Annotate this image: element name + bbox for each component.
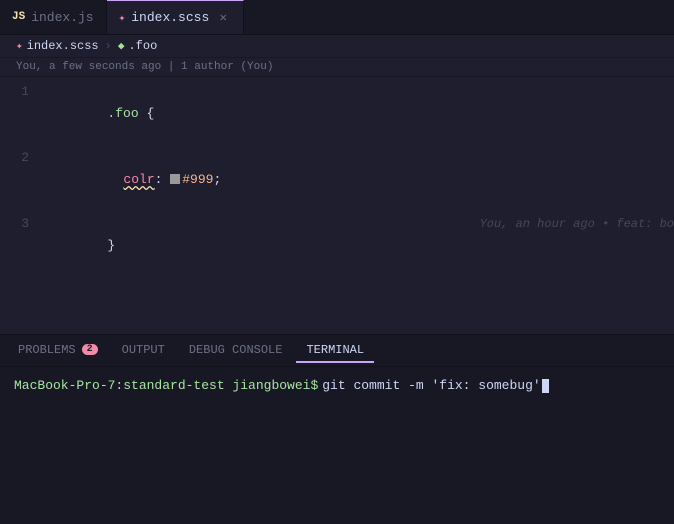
tab-problems-label: PROBLEMS <box>18 343 76 357</box>
editor-line-3: 3 } You, an hour ago • feat: bo <box>0 213 674 279</box>
breadcrumb-filename: index.scss <box>27 39 99 53</box>
line-number-2: 2 <box>0 147 45 169</box>
tab-debug-label: DEBUG CONSOLE <box>189 343 283 357</box>
editor-content: 1 .foo { 2 colr: #999; 3 } You, an hour … <box>0 77 674 283</box>
line-number-3: 3 <box>0 213 45 235</box>
tab-index-scss[interactable]: ✦ index.scss ✕ <box>107 0 245 34</box>
tab-js-label: index.js <box>31 10 93 25</box>
css-value: #999 <box>182 172 213 187</box>
tab-bar: JS index.js ✦ index.scss ✕ <box>0 0 674 35</box>
tab-output-label: OUTPUT <box>122 343 165 357</box>
editor-line-2: 2 colr: #999; <box>0 147 674 213</box>
editor[interactable]: 1 .foo { 2 colr: #999; 3 } You, an hour … <box>0 77 674 334</box>
panel-content: MacBook-Pro-7:standard-test jiangbowei$ … <box>0 367 674 524</box>
line-blame-3: You, an hour ago • feat: bo <box>460 213 674 235</box>
css-semicolon: ; <box>213 172 221 187</box>
js-file-icon: JS <box>12 11 25 23</box>
problems-badge: 2 <box>82 344 98 355</box>
open-brace: { <box>139 106 155 121</box>
css-selector: .foo <box>107 106 138 121</box>
blame-text: You, a few seconds ago | 1 author (You) <box>16 61 273 73</box>
css-property: colr <box>123 172 154 187</box>
line-content-3: } <box>45 213 460 279</box>
breadcrumb-selector[interactable]: ◆ .foo <box>118 39 157 53</box>
terminal-line-1: MacBook-Pro-7:standard-test jiangbowei$ … <box>14 375 660 397</box>
tab-terminal[interactable]: TERMINAL <box>296 339 374 363</box>
line-number-1: 1 <box>0 81 45 103</box>
close-brace: } <box>107 238 115 253</box>
tab-close-button[interactable]: ✕ <box>215 10 231 26</box>
tab-debug-console[interactable]: DEBUG CONSOLE <box>179 339 293 363</box>
breadcrumb-class-name: .foo <box>128 39 157 53</box>
class-breadcrumb-icon: ◆ <box>118 39 125 53</box>
tab-index-js[interactable]: JS index.js <box>0 0 107 34</box>
tab-output[interactable]: OUTPUT <box>112 339 175 363</box>
breadcrumb-sep: › <box>105 39 112 53</box>
color-swatch <box>170 174 180 184</box>
breadcrumb-file[interactable]: ✦ index.scss <box>16 39 99 53</box>
terminal-command: git commit -m 'fix: somebug' <box>322 375 540 397</box>
tab-terminal-label: TERMINAL <box>306 343 364 357</box>
scss-breadcrumb-icon: ✦ <box>16 39 23 53</box>
scss-file-icon: ✦ <box>119 11 126 25</box>
panel-tabs: PROBLEMS 2 OUTPUT DEBUG CONSOLE TERMINAL <box>0 335 674 367</box>
line-content-2: colr: #999; <box>45 147 674 213</box>
breadcrumb: ✦ index.scss › ◆ .foo <box>0 35 674 58</box>
tab-scss-label: index.scss <box>131 10 209 25</box>
panel: PROBLEMS 2 OUTPUT DEBUG CONSOLE TERMINAL… <box>0 334 674 524</box>
css-colon: : <box>155 172 171 187</box>
tab-problems[interactable]: PROBLEMS 2 <box>8 339 108 363</box>
editor-line-1: 1 .foo { <box>0 81 674 147</box>
line-content-1: .foo { <box>45 81 674 147</box>
terminal-prompt: MacBook-Pro-7:standard-test jiangbowei$ <box>14 375 318 397</box>
terminal-cursor <box>542 379 549 393</box>
blame-bar: You, a few seconds ago | 1 author (You) <box>0 58 674 77</box>
